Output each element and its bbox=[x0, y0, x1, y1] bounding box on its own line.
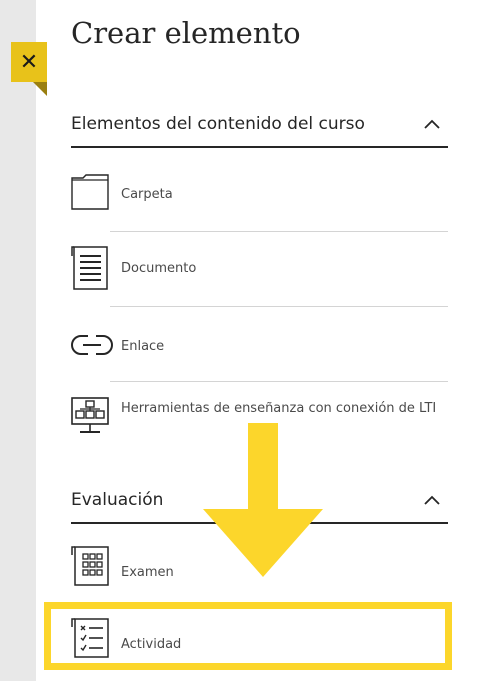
arrow-down-icon bbox=[203, 423, 323, 577]
item-label: Examen bbox=[121, 565, 174, 580]
item-link[interactable]: Enlace bbox=[71, 330, 448, 360]
close-tab-fold bbox=[33, 82, 47, 96]
left-strip bbox=[0, 0, 36, 681]
close-button[interactable]: ✕ bbox=[11, 42, 47, 96]
divider bbox=[110, 306, 448, 307]
item-label: Carpeta bbox=[121, 187, 173, 202]
section-label: Evaluación bbox=[71, 490, 164, 510]
panel-title: Crear elemento bbox=[71, 16, 301, 50]
item-label: Enlace bbox=[121, 339, 165, 354]
item-label: Herramientas de enseñanza con conexión d… bbox=[121, 401, 437, 416]
lti-tool-icon bbox=[71, 397, 109, 433]
section-header-course-content[interactable]: Elementos del contenido del curso bbox=[71, 106, 448, 148]
item-label: Documento bbox=[121, 261, 197, 276]
highlight-box bbox=[44, 602, 452, 670]
close-icon: ✕ bbox=[19, 49, 39, 75]
chevron-up-icon bbox=[424, 495, 440, 505]
exam-icon bbox=[71, 546, 109, 586]
section-label: Elementos del contenido del curso bbox=[71, 114, 365, 134]
divider bbox=[110, 381, 448, 382]
divider bbox=[110, 231, 448, 232]
link-icon bbox=[71, 335, 113, 355]
item-folder[interactable]: Carpeta bbox=[71, 172, 448, 216]
document-icon bbox=[71, 246, 108, 290]
folder-icon bbox=[71, 174, 109, 210]
chevron-up-icon bbox=[424, 119, 440, 129]
item-document[interactable]: Documento bbox=[71, 246, 448, 292]
